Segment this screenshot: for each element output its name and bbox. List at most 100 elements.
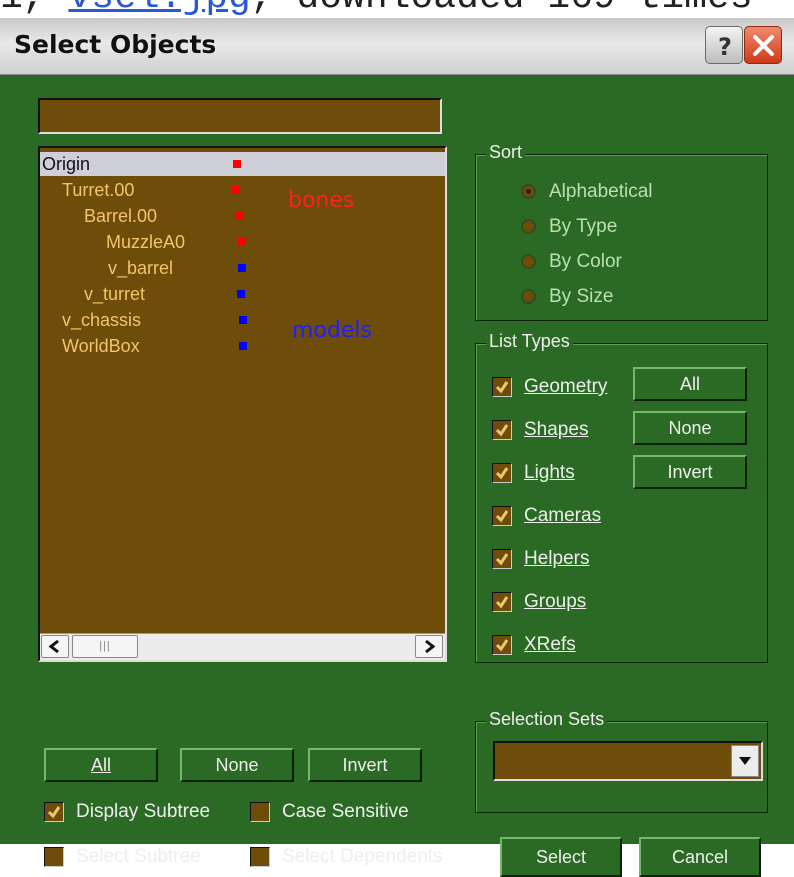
checkbox-label: Helpers [524, 548, 590, 569]
dialog-client: Origin Turret.00 Barrel.00 MuzzleA0 v_barrel… [14, 76, 781, 877]
page-caption: 1, vsel.jpg, downloaded 169 times [0, 0, 794, 18]
sort-group: Sort Alphabetical By Type By Color By Size [475, 142, 768, 321]
checkmark-icon [495, 510, 509, 523]
radio-indicator[interactable] [521, 289, 536, 304]
types-none-button[interactable]: None [633, 411, 747, 445]
radio-indicator[interactable] [521, 219, 536, 234]
list-types-group: List Types Geometry Shapes Lights Cameras He… [475, 331, 768, 663]
radio-indicator[interactable] [521, 254, 536, 269]
sort-option-label: By Size [549, 286, 614, 307]
checkmark-icon [495, 553, 509, 566]
caption-link[interactable]: vsel.jpg [68, 0, 250, 19]
radio-indicator[interactable] [521, 184, 536, 199]
selection-sets-dropdown-button[interactable] [731, 745, 759, 777]
scroll-left-button[interactable] [41, 635, 69, 658]
scroll-thumb[interactable]: ||| [72, 635, 138, 658]
tree-item-marker [235, 212, 243, 220]
tree-item-marker [238, 264, 246, 272]
dialog-title: Select Objects [14, 30, 217, 59]
tree-item-label: v_chassis [62, 310, 142, 330]
select-button[interactable]: Select [500, 837, 622, 877]
tree-item-label: Turret.00 [62, 180, 135, 200]
checkbox-box[interactable] [492, 377, 512, 397]
checkbox-box[interactable] [44, 802, 64, 822]
sort-legend: Sort [486, 142, 526, 163]
tree-item-marker [233, 160, 241, 168]
list-all-button[interactable]: All [44, 748, 158, 782]
tree-item[interactable]: Barrel.00 [40, 204, 445, 228]
checkmark-icon [495, 381, 509, 394]
tree-item-label: v_barrel [108, 258, 174, 278]
scroll-right-button[interactable] [415, 635, 443, 658]
chevron-right-icon [425, 639, 436, 654]
list-invert-button[interactable]: Invert [308, 748, 422, 782]
selection-sets-legend: Selection Sets [486, 709, 608, 730]
tree-item-marker [239, 316, 247, 324]
caption-prefix: 1, [0, 0, 68, 19]
checkmark-icon [495, 639, 509, 652]
object-list[interactable]: Origin Turret.00 Barrel.00 MuzzleA0 v_barrel… [38, 146, 447, 662]
tree-item-label: v_turret [84, 284, 146, 304]
list-none-label: None [215, 755, 259, 775]
tree-item-marker [239, 342, 247, 350]
list-all-label: All [90, 755, 111, 775]
title-bar: Select Objects ? [0, 18, 794, 75]
types-all-button[interactable]: All [633, 367, 747, 401]
checkmark-icon [47, 806, 61, 819]
checkbox-label: Groups [524, 591, 587, 612]
checkbox-box[interactable] [492, 635, 512, 655]
select-objects-dialog: Select Objects ? Origin Turret.00 Barrel.0… [0, 18, 794, 877]
cancel-button[interactable]: Cancel [639, 837, 761, 877]
models-annotation: models [292, 318, 372, 343]
types-invert-button[interactable]: Invert [633, 455, 747, 489]
list-types-legend: List Types [486, 331, 573, 352]
checkbox-box[interactable] [492, 420, 512, 440]
list-none-button[interactable]: None [180, 748, 294, 782]
tree-item-label: WorldBox [62, 336, 140, 356]
checkbox-label: Display Subtree [76, 801, 211, 822]
question-icon: ? [718, 33, 732, 61]
checkbox-box[interactable] [492, 592, 512, 612]
tree-item[interactable]: MuzzleA0 [40, 230, 445, 254]
tree-item[interactable]: v_chassis [40, 308, 445, 332]
sort-option-label: Alphabetical [549, 181, 653, 202]
sort-option-label: By Type [549, 216, 618, 237]
checkbox-box[interactable] [492, 463, 512, 483]
bones-annotation: bones [288, 188, 355, 213]
checkbox-label: XRefs [524, 634, 576, 655]
close-button[interactable] [744, 26, 782, 64]
tree-item-label: Origin [42, 154, 91, 174]
chevron-down-icon [739, 757, 751, 765]
checkbox-box[interactable] [250, 847, 270, 867]
close-x-icon [753, 35, 774, 56]
tree-item[interactable]: Origin [40, 152, 445, 176]
checkbox-box[interactable] [492, 549, 512, 569]
tree-item[interactable]: Turret.00 [40, 178, 445, 202]
selection-sets-combo[interactable] [493, 741, 763, 781]
checkbox-label: Select Subtree [76, 846, 201, 867]
checkbox-label: Select Dependents [282, 846, 443, 867]
checkbox-box[interactable] [492, 506, 512, 526]
tree-item-marker [231, 186, 239, 194]
checkmark-icon [495, 424, 509, 437]
help-button[interactable]: ? [705, 26, 743, 64]
tree-item-label: Barrel.00 [84, 206, 158, 226]
checkbox-label: Case Sensitive [282, 801, 409, 822]
tree-item[interactable]: v_barrel [40, 256, 445, 280]
list-invert-label: Invert [342, 755, 388, 775]
caption-suffix: , downloaded 169 times [251, 0, 753, 19]
horizontal-scrollbar[interactable]: ||| [40, 633, 445, 660]
checkbox-box[interactable] [250, 802, 270, 822]
tree-item[interactable]: v_turret [40, 282, 445, 306]
checkbox-label: Cameras [524, 505, 602, 526]
checkmark-icon [495, 596, 509, 609]
tree-item-marker [237, 290, 245, 298]
checkbox-label: Lights [524, 462, 575, 483]
tree-item-label: MuzzleA0 [106, 232, 186, 252]
svg-text:?: ? [718, 33, 732, 61]
tree-item[interactable]: WorldBox [40, 334, 445, 358]
name-filter-input[interactable] [38, 98, 442, 134]
checkbox-box[interactable] [44, 847, 64, 867]
sort-option-label: By Color [549, 251, 622, 272]
chevron-left-icon [48, 639, 59, 654]
